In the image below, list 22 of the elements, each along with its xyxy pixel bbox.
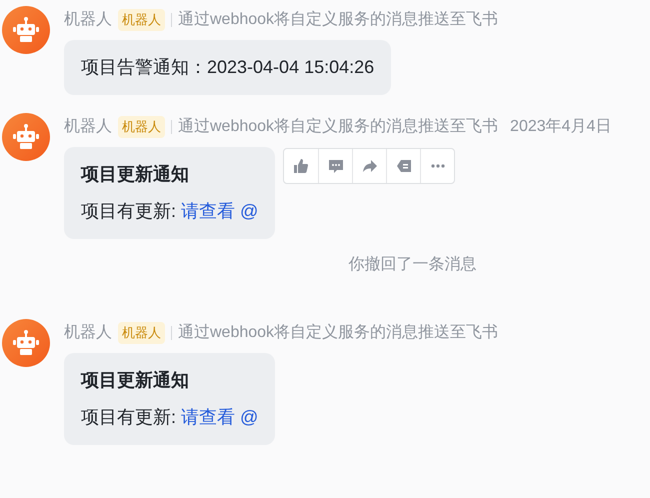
message-time: 2023年4月4日 [510, 117, 612, 137]
card-title: 项目更新通知 [81, 163, 190, 186]
card-text: 项目有更新: [81, 200, 178, 223]
bot-description: 通过webhook将自定义服务的消息推送至飞书 [178, 322, 498, 343]
robot-tag: 机器人 [118, 322, 165, 344]
bot-description: 通过webhook将自定义服务的消息推送至飞书 [178, 10, 498, 30]
forward-arrow-icon [362, 158, 378, 174]
view-link[interactable]: 请查看 @ [181, 198, 258, 225]
card-text: 项目有更新: [81, 406, 178, 429]
view-link[interactable]: 请查看 @ [181, 404, 258, 431]
comment-icon [328, 158, 344, 174]
sender-name: 机器人 [64, 10, 112, 30]
recall-notice: 你撤回了一条消息 [348, 254, 476, 275]
message-text: 项目告警通知：2023-04-04 15:04:26 [81, 56, 374, 79]
thumbs-up-icon [293, 158, 310, 174]
card-title: 项目更新通知 [81, 369, 190, 392]
robot-tag: 机器人 [118, 9, 165, 31]
robot-tag: 机器人 [118, 116, 165, 138]
sender-name: 机器人 [64, 323, 112, 343]
sender-name: 机器人 [64, 117, 112, 137]
bot-description: 通过webhook将自定义服务的消息推送至飞书 [178, 116, 498, 137]
tag-icon [396, 158, 412, 174]
